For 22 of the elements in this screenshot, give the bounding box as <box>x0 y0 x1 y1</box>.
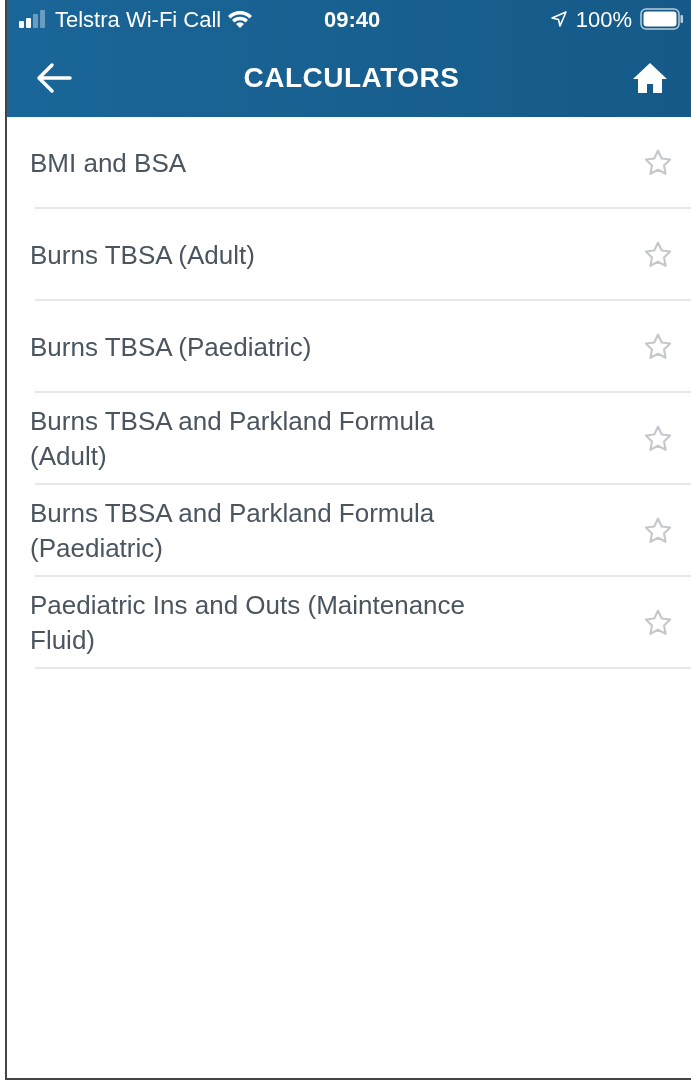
location-arrow-icon <box>549 10 568 28</box>
calculator-name: Burns TBSA (Paediatric) <box>30 330 313 364</box>
calculator-list-item[interactable]: Paediatric Ins and Outs (Maintenance Fluid) <box>7 577 691 669</box>
calculator-name: BMI and BSA <box>30 146 188 180</box>
page-title: CALCULATORS <box>242 60 461 95</box>
calculator-list-item[interactable]: BMI and BSA <box>7 117 691 209</box>
wifi-icon <box>227 9 254 29</box>
calculator-name: Burns TBSA (Adult) <box>30 238 256 272</box>
carrier-name: Telstra Wi-Fi Call <box>55 5 222 34</box>
clock-time: 09:40 <box>324 5 381 34</box>
calculator-list-item[interactable]: Burns TBSA (Adult) <box>7 209 691 301</box>
home-icon <box>632 61 668 94</box>
calculator-list-item[interactable]: Burns TBSA (Paediatric) <box>7 301 691 393</box>
calculator-list-item[interactable]: Burns TBSA and Parkland Formula (Paediatric) <box>7 485 691 577</box>
back-button[interactable] <box>35 61 75 94</box>
calculator-name: Burns TBSA and Parkland Formula (Adult) <box>30 405 436 473</box>
battery-icon <box>640 8 684 30</box>
calculator-list-item[interactable]: Burns TBSA and Parkland Formula (Adult) <box>7 393 691 485</box>
calculator-name: Burns TBSA and Parkland Formula (Paediatric) <box>30 497 436 565</box>
back-arrow-icon <box>35 61 73 94</box>
battery-percent: 100% <box>575 5 632 34</box>
calculator-name: Paediatric Ins and Outs (Maintenance Fluid) <box>30 589 467 657</box>
